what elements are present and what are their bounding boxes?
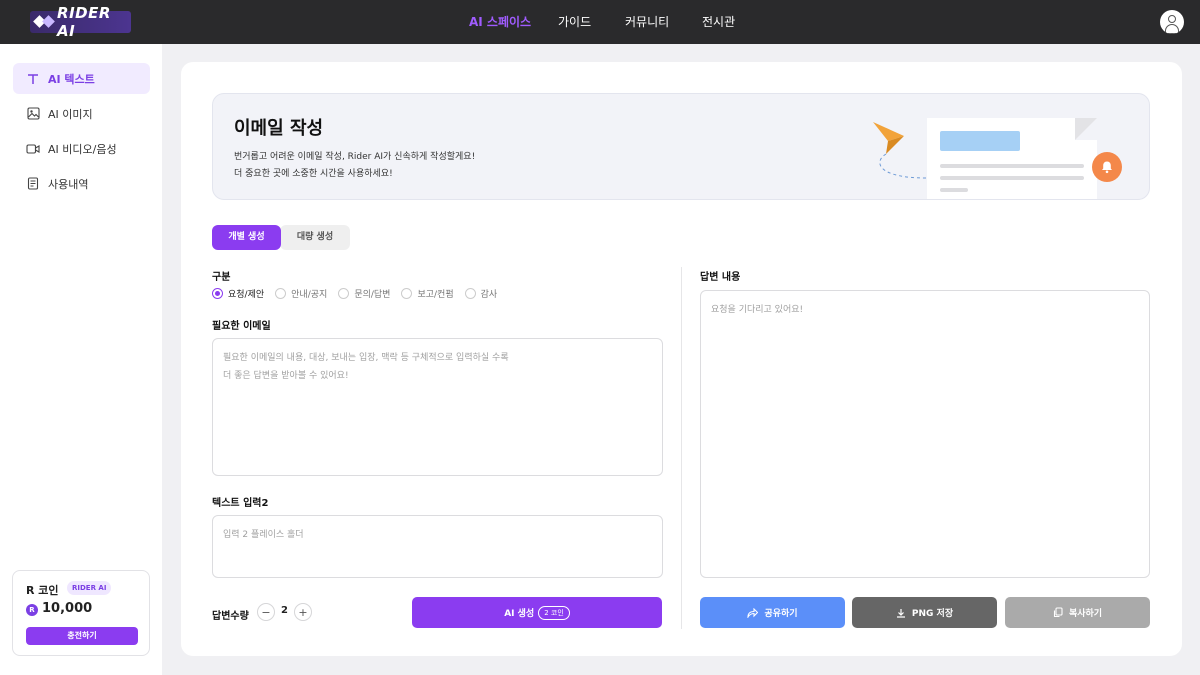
top-navigation-bar: RIDER AI AI 스페이스 가이드 커뮤니티 전시관 (0, 0, 1200, 44)
radio-dot (212, 287, 223, 299)
main-content-card: 이메일 작성 번거롭고 어려운 이메일 작성, Rider AI가 신속하게 작… (181, 62, 1182, 656)
banner-description-line-1: 번거롭고 어려운 이메일 작성, Rider AI가 신속하게 작성할게요! (234, 152, 476, 162)
email-needed-label: 필요한 이메일 (212, 321, 271, 332)
sidebar-item-ai-image[interactable]: AI 이미지 (13, 98, 150, 129)
answer-content-label: 답변 내용 (700, 272, 741, 283)
ai-generate-button[interactable]: AI 생성 2 코인 (412, 597, 662, 628)
email-illustration (868, 114, 1128, 199)
sidebar-item-label: AI 텍스트 (48, 72, 95, 86)
radio-inquiry-reply[interactable]: 문의/답변 (338, 287, 390, 300)
video-icon (26, 142, 40, 156)
share-icon (747, 607, 759, 618)
count-value: 2 (281, 605, 288, 616)
category-label: 구분 (212, 272, 231, 283)
nav-community[interactable]: 커뮤니티 (625, 0, 669, 44)
bell-icon (1092, 152, 1122, 182)
sidebar-item-ai-text[interactable]: AI 텍스트 (13, 63, 150, 94)
document-icon (26, 177, 40, 191)
nav-gallery[interactable]: 전시관 (702, 0, 735, 44)
text-input-2-textarea[interactable] (212, 515, 663, 578)
radio-dot (338, 287, 350, 299)
radio-label: 요청/제안 (228, 289, 265, 300)
email-content-textarea[interactable] (212, 338, 663, 476)
download-icon (896, 608, 906, 618)
copy-label: 복사하기 (1068, 609, 1103, 619)
generate-label: AI 생성 (504, 609, 535, 619)
column-divider (681, 267, 682, 629)
charge-button[interactable]: 충전하기 (26, 627, 138, 645)
category-radio-group: 요청/제안 안내/공지 문의/답변 보고/컨펌 감사 (212, 286, 508, 300)
tab-bulk-generation[interactable]: 대량 생성 (280, 225, 350, 250)
banner-description-line-2: 더 중요한 곳에 소중한 시간을 사용하세요! (234, 169, 393, 179)
share-button[interactable]: 공유하기 (700, 597, 845, 628)
text-input-2-label: 텍스트 입력2 (212, 498, 269, 509)
sidebar-item-label: AI 이미지 (48, 107, 93, 121)
png-save-label: PNG 저장 (911, 609, 954, 619)
radio-label: 문의/답변 (354, 289, 391, 300)
sidebar-item-ai-video-voice[interactable]: AI 비디오/음성 (13, 133, 150, 164)
radio-request-proposal[interactable]: 요청/제안 (212, 287, 264, 300)
png-save-button[interactable]: PNG 저장 (852, 597, 997, 628)
generate-cost-badge: 2 코인 (538, 605, 570, 620)
sidebar-item-usage-history[interactable]: 사용내역 (13, 168, 150, 199)
coin-title: R 코인 (26, 584, 59, 597)
radio-report-confirm[interactable]: 보고/컨펌 (401, 287, 454, 300)
logo-text: RIDER AI (57, 4, 111, 40)
radio-dot (275, 287, 287, 299)
coin-badge: RIDER AI (67, 581, 112, 595)
rider-ai-logo[interactable]: RIDER AI (30, 4, 131, 40)
radio-label: 안내/공지 (291, 289, 328, 300)
count-decrease-button[interactable]: − (257, 603, 275, 621)
coin-amount: 10,000 (42, 601, 93, 616)
answer-count-label: 답변수량 (212, 611, 249, 622)
radio-label: 보고/컨펌 (417, 289, 454, 300)
share-label: 공유하기 (764, 609, 798, 619)
sidebar: AI 텍스트 AI 이미지 AI 비디오/음성 사용내역 R 코인 RIDER … (0, 44, 162, 675)
coin-balance-card: R 코인 RIDER AI R 10,000 충전하기 (12, 570, 150, 656)
user-avatar-icon[interactable] (1160, 10, 1184, 34)
tab-individual-generation[interactable]: 개별 생성 (212, 225, 281, 250)
page-title: 이메일 작성 (234, 118, 324, 139)
coin-icon: R (26, 604, 38, 616)
sidebar-item-label: AI 비디오/음성 (48, 142, 117, 156)
logo-mark-icon (33, 15, 55, 29)
radio-thanks[interactable]: 감사 (464, 287, 498, 300)
radio-dot (401, 287, 413, 299)
nav-ai-space[interactable]: AI 스페이스 (469, 0, 531, 44)
image-icon (26, 107, 40, 121)
sidebar-item-label: 사용내역 (48, 177, 89, 191)
answer-content-textarea[interactable] (700, 290, 1150, 578)
text-icon (26, 72, 40, 86)
count-increase-button[interactable]: + (294, 603, 312, 621)
copy-icon (1053, 607, 1063, 618)
nav-guide[interactable]: 가이드 (558, 0, 591, 44)
radio-label: 감사 (480, 289, 498, 300)
document-illustration (927, 118, 1097, 199)
radio-dot (464, 287, 476, 299)
page-banner: 이메일 작성 번거롭고 어려운 이메일 작성, Rider AI가 신속하게 작… (212, 93, 1150, 200)
copy-button[interactable]: 복사하기 (1005, 597, 1150, 628)
radio-notice[interactable]: 안내/공지 (275, 287, 327, 300)
